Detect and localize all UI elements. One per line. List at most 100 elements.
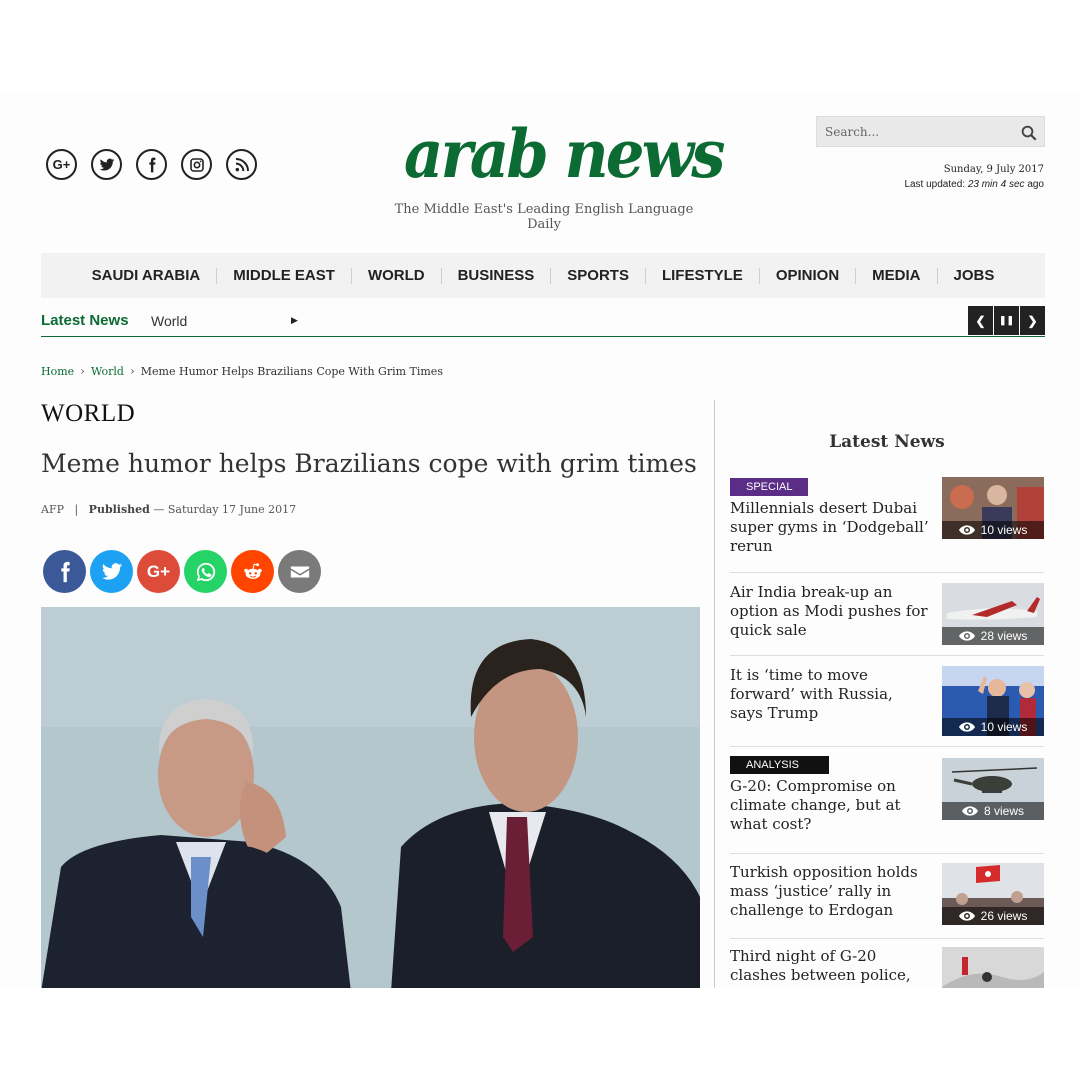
twitter-share-button[interactable]	[90, 550, 133, 593]
facebook-icon	[60, 561, 70, 582]
breadcrumb-home[interactable]: Home	[41, 365, 74, 378]
ticker-item[interactable]: World	[151, 313, 187, 329]
last-updated-label: Last updated:	[904, 179, 966, 190]
sidebar-news-item[interactable]: ANALYSIS G-20: Compromise on climate cha…	[730, 755, 1044, 854]
eye-icon	[958, 631, 975, 641]
nav-item-middle-east[interactable]: MIDDLE EAST	[217, 267, 352, 284]
instagram-icon[interactable]	[181, 149, 212, 180]
last-updated-suffix: ago	[1027, 179, 1044, 190]
nav-item-saudi-arabia[interactable]: SAUDI ARABIA	[76, 267, 218, 284]
sidebar-news-title[interactable]: Third night of G-20 clashes between poli…	[730, 947, 930, 988]
breadcrumb-section[interactable]: World	[91, 365, 124, 378]
sidebar-news-title[interactable]: It is ‘time to move forward’ with Russia…	[730, 666, 930, 723]
chevron-right-icon[interactable]: ❯	[1020, 306, 1045, 335]
sidebar-thumbnail[interactable]	[942, 947, 1044, 988]
date-block: Sunday, 9 July 2017 Last updated: 23 min…	[904, 164, 1044, 190]
google-plus-icon: G+	[146, 561, 171, 581]
news-ticker: Latest News World ▶ ❮ ❚❚ ❯	[41, 306, 1045, 337]
site-logo[interactable]: arab news	[404, 114, 725, 200]
article-source[interactable]: AFP	[41, 503, 64, 516]
section-title: WORLD	[41, 400, 136, 427]
view-count: 10 views	[942, 521, 1044, 539]
sidebar-news-title[interactable]: G-20: Compromise on climate change, but …	[730, 777, 930, 834]
eye-icon	[958, 911, 975, 921]
hero-photo	[41, 607, 700, 988]
nav-item-jobs[interactable]: JOBS	[938, 267, 1011, 284]
view-count-text: 26 views	[980, 909, 1028, 923]
nav-item-world[interactable]: WORLD	[352, 267, 442, 284]
sidebar-news-item[interactable]: SPECIAL Millennials desert Dubai super g…	[730, 477, 1044, 573]
nav-item-lifestyle[interactable]: LIFESTYLE	[646, 267, 760, 284]
sidebar-thumbnail[interactable]: 26 views	[942, 863, 1044, 925]
facebook-icon[interactable]	[136, 149, 167, 180]
nav-item-business[interactable]: BUSINESS	[442, 267, 552, 284]
nav-item-media[interactable]: MEDIA	[856, 267, 938, 284]
view-count-text: 8 views	[983, 804, 1024, 818]
pause-icon[interactable]: ❚❚	[994, 306, 1019, 335]
sidebar-news-item[interactable]: It is ‘time to move forward’ with Russia…	[730, 666, 1044, 747]
sidebar-title: Latest News	[829, 432, 945, 452]
view-count: 28 views	[942, 627, 1044, 645]
ticker-controls: ❮ ❚❚ ❯	[968, 306, 1045, 335]
eye-icon	[958, 722, 975, 732]
googleplus-share-button[interactable]: G+	[137, 550, 180, 593]
last-updated-value: 23 min 4 sec	[967, 179, 1025, 190]
whatsapp-share-button[interactable]	[184, 550, 227, 593]
twitter-icon	[101, 562, 122, 580]
view-count: 8 views	[942, 802, 1044, 820]
page: G+ arab news The Middle East's Leading E…	[0, 92, 1080, 988]
sidebar-news-item[interactable]: Third night of G-20 clashes between poli…	[730, 947, 1044, 988]
breadcrumb: Home › World › Meme Humor Helps Brazilia…	[41, 364, 443, 378]
logo-wordmark: arab news	[404, 115, 725, 193]
eye-icon	[961, 806, 978, 816]
article-byline: AFP | Published — Saturday 17 June 2017	[41, 503, 297, 516]
ticker-label: Latest News	[41, 312, 129, 329]
site-tagline: The Middle East's Leading English Langua…	[394, 202, 694, 232]
last-updated: Last updated: 23 min 4 sec ago	[904, 179, 1044, 190]
sidebar-thumbnail[interactable]: 28 views	[942, 583, 1044, 645]
column-divider	[714, 400, 715, 988]
rss-icon[interactable]	[226, 149, 257, 180]
twitter-icon[interactable]	[91, 149, 122, 180]
search-box[interactable]	[816, 116, 1045, 147]
ticker-play-icon: ▶	[291, 315, 298, 325]
email-icon	[290, 566, 309, 577]
view-count-text: 10 views	[980, 720, 1028, 734]
sidebar-thumbnail[interactable]: 10 views	[942, 666, 1044, 736]
whatsapp-icon	[196, 562, 215, 581]
sidebar-thumbnail[interactable]: 8 views	[942, 758, 1044, 820]
main-nav: SAUDI ARABIA MIDDLE EAST WORLD BUSINESS …	[41, 253, 1045, 298]
sidebar-news-title[interactable]: Millennials desert Dubai super gyms in ‘…	[730, 499, 930, 556]
analysis-tag[interactable]: ANALYSIS	[730, 756, 829, 774]
sidebar-thumbnail[interactable]: 10 views	[942, 477, 1044, 539]
article-headline: Meme humor helps Brazilians cope with gr…	[41, 449, 697, 478]
view-count: 10 views	[942, 718, 1044, 736]
search-icon[interactable]	[1020, 124, 1038, 142]
facebook-share-button[interactable]	[43, 550, 86, 593]
eye-icon	[958, 525, 975, 535]
breadcrumb-separator-icon: ›	[129, 364, 135, 378]
sidebar-news-item[interactable]: Air India break-up an option as Modi pus…	[730, 583, 1044, 656]
google-plus-icon[interactable]: G+	[46, 149, 77, 180]
breadcrumb-separator-icon: ›	[80, 364, 85, 378]
published-label: Published	[88, 503, 150, 516]
view-count-text: 28 views	[980, 629, 1028, 643]
published-date: Saturday 17 June 2017	[167, 503, 297, 516]
sidebar-news-title[interactable]: Turkish opposition holds mass ‘justice’ …	[730, 863, 930, 920]
view-count: 26 views	[942, 907, 1044, 925]
sidebar-news-title[interactable]: Air India break-up an option as Modi pus…	[730, 583, 930, 640]
nav-item-opinion[interactable]: OPINION	[760, 267, 857, 284]
reddit-icon	[243, 562, 262, 579]
breadcrumb-current: Meme Humor Helps Brazilians Cope With Gr…	[140, 364, 443, 378]
reddit-share-button[interactable]	[231, 550, 274, 593]
sidebar-news-item[interactable]: Turkish opposition holds mass ‘justice’ …	[730, 863, 1044, 939]
email-share-button[interactable]	[278, 550, 321, 593]
view-count-text: 10 views	[980, 523, 1028, 537]
article-hero-image	[41, 607, 700, 988]
nav-item-sports[interactable]: SPORTS	[551, 267, 646, 284]
current-date: Sunday, 9 July 2017	[943, 164, 1044, 175]
share-buttons: G+	[43, 550, 321, 593]
special-tag[interactable]: SPECIAL	[730, 478, 809, 496]
search-input[interactable]	[825, 124, 1015, 139]
chevron-left-icon[interactable]: ❮	[968, 306, 993, 335]
